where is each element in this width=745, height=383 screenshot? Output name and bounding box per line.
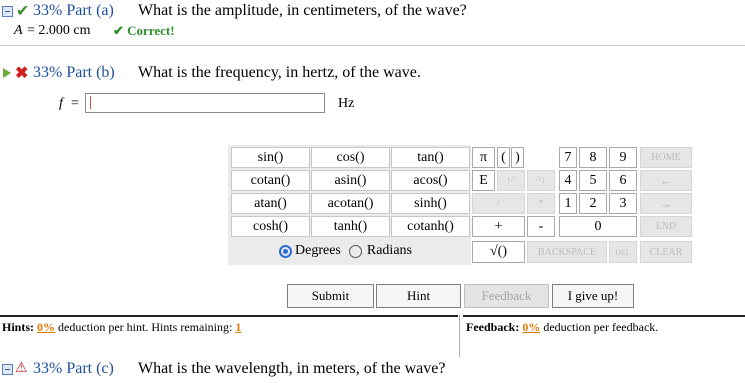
equals-sign: = — [71, 96, 79, 111]
column-separator — [459, 315, 460, 357]
hints-label: Hints: — [2, 320, 35, 334]
plus-button[interactable]: + — [472, 216, 525, 237]
warning-icon: ⚠ — [15, 361, 28, 376]
clear-button[interactable]: CLEAR — [640, 241, 692, 263]
feedback-label: Feedback: — [466, 320, 520, 334]
answer-input-wrap — [85, 93, 325, 113]
hints-remaining: 1 — [235, 320, 242, 334]
hints-info: Hints: 0% deduction per hint. Hints rema… — [2, 320, 241, 335]
cos-button[interactable]: cos() — [311, 147, 390, 168]
x-icon: ✖ — [15, 65, 29, 82]
degrees-radio[interactable] — [279, 244, 292, 258]
digit-5-button[interactable]: 5 — [579, 170, 607, 191]
correct-status: ✔ Correct! — [113, 23, 175, 39]
frequency-variable: f — [59, 96, 63, 111]
amplitude-answer: = 2.000 cm — [27, 23, 91, 38]
check-icon: ✔ — [16, 3, 30, 20]
amplitude-variable: A — [14, 23, 23, 38]
digit-7-button[interactable]: 7 — [559, 147, 577, 168]
digit-0-button[interactable]: 0 — [559, 216, 637, 237]
feedback-button[interactable]: Feedback — [464, 284, 549, 308]
part-a-label: 33% Part (a) — [33, 2, 114, 19]
part-b-question: What is the frequency, in hertz, of the … — [138, 64, 421, 81]
digit-1-button[interactable]: 1 — [559, 193, 577, 214]
feedback-text: deduction per feedback. — [543, 320, 659, 334]
digit-9-button[interactable]: 9 — [609, 147, 637, 168]
tan-button[interactable]: tan() — [391, 147, 470, 168]
backspace-button[interactable]: BACKSPACE — [527, 241, 607, 263]
angle-mode: Degrees Radians — [279, 243, 412, 259]
part-c-question: What is the wavelength, in meters, of th… — [138, 360, 446, 377]
asin-button[interactable]: asin() — [311, 170, 390, 191]
home-button[interactable]: HOME — [640, 147, 692, 168]
digit-8-button[interactable]: 8 — [579, 147, 607, 168]
part-c-label: 33% Part (c) — [33, 360, 114, 377]
frequency-input[interactable] — [85, 93, 325, 113]
left-arrow-button[interactable]: ← — [640, 170, 692, 191]
up-caret-button[interactable]: ↑^ — [497, 170, 525, 191]
hints-divider — [0, 315, 458, 317]
digit-4-button[interactable]: 4 — [559, 170, 577, 191]
radians-label: Radians — [366, 243, 412, 258]
digit-2-button[interactable]: 2 — [579, 193, 607, 214]
hints-percent: 0% — [37, 320, 56, 334]
right-arrow-button[interactable]: → — [640, 193, 692, 214]
text-cursor — [90, 96, 91, 109]
collapse-icon[interactable] — [2, 6, 13, 17]
divider — [0, 45, 745, 46]
open-paren-button[interactable]: ( — [497, 147, 510, 168]
divide-button[interactable]: / — [472, 193, 525, 214]
hint-button[interactable]: Hint — [376, 284, 461, 308]
feedback-divider — [463, 315, 745, 317]
sinh-button[interactable]: sinh() — [391, 193, 470, 214]
degrees-label: Degrees — [295, 243, 341, 258]
close-paren-button[interactable]: ) — [511, 147, 524, 168]
atan-button[interactable]: atan() — [231, 193, 310, 214]
del-button[interactable]: DEL — [609, 241, 637, 263]
acotan-button[interactable]: acotan() — [311, 193, 390, 214]
end-button[interactable]: END — [640, 216, 692, 237]
collapse-icon-c[interactable] — [2, 364, 13, 375]
submit-button[interactable]: Submit — [287, 284, 374, 308]
minus-button[interactable]: - — [527, 216, 555, 237]
part-a-question: What is the amplitude, in centimeters, o… — [138, 2, 467, 19]
feedback-percent: 0% — [522, 320, 541, 334]
digit-6-button[interactable]: 6 — [609, 170, 637, 191]
caret-down-button[interactable]: ^↓ — [527, 170, 555, 191]
multiply-button[interactable]: * — [527, 193, 555, 214]
unit-label: Hz — [338, 96, 355, 111]
feedback-info: Feedback: 0% deduction per feedback. — [466, 320, 658, 335]
pi-button[interactable]: π — [472, 147, 495, 168]
correct-text: Correct! — [127, 23, 175, 38]
correct-check-icon: ✔ — [113, 23, 128, 38]
tanh-button[interactable]: tanh() — [311, 216, 390, 237]
radians-radio[interactable] — [348, 244, 362, 258]
cotan-button[interactable]: cotan() — [231, 170, 310, 191]
cotanh-button[interactable]: cotanh() — [391, 216, 470, 237]
digit-3-button[interactable]: 3 — [609, 193, 637, 214]
cosh-button[interactable]: cosh() — [231, 216, 310, 237]
acos-button[interactable]: acos() — [391, 170, 470, 191]
sin-button[interactable]: sin() — [231, 147, 310, 168]
hints-text: deduction per hint. Hints remaining: — [58, 320, 233, 334]
expand-arrow-icon[interactable] — [3, 68, 11, 78]
part-b-label: 33% Part (b) — [33, 64, 115, 81]
give-up-button[interactable]: I give up! — [552, 284, 634, 308]
sqrt-button[interactable]: √() — [472, 241, 525, 263]
e-button[interactable]: E — [472, 170, 495, 191]
